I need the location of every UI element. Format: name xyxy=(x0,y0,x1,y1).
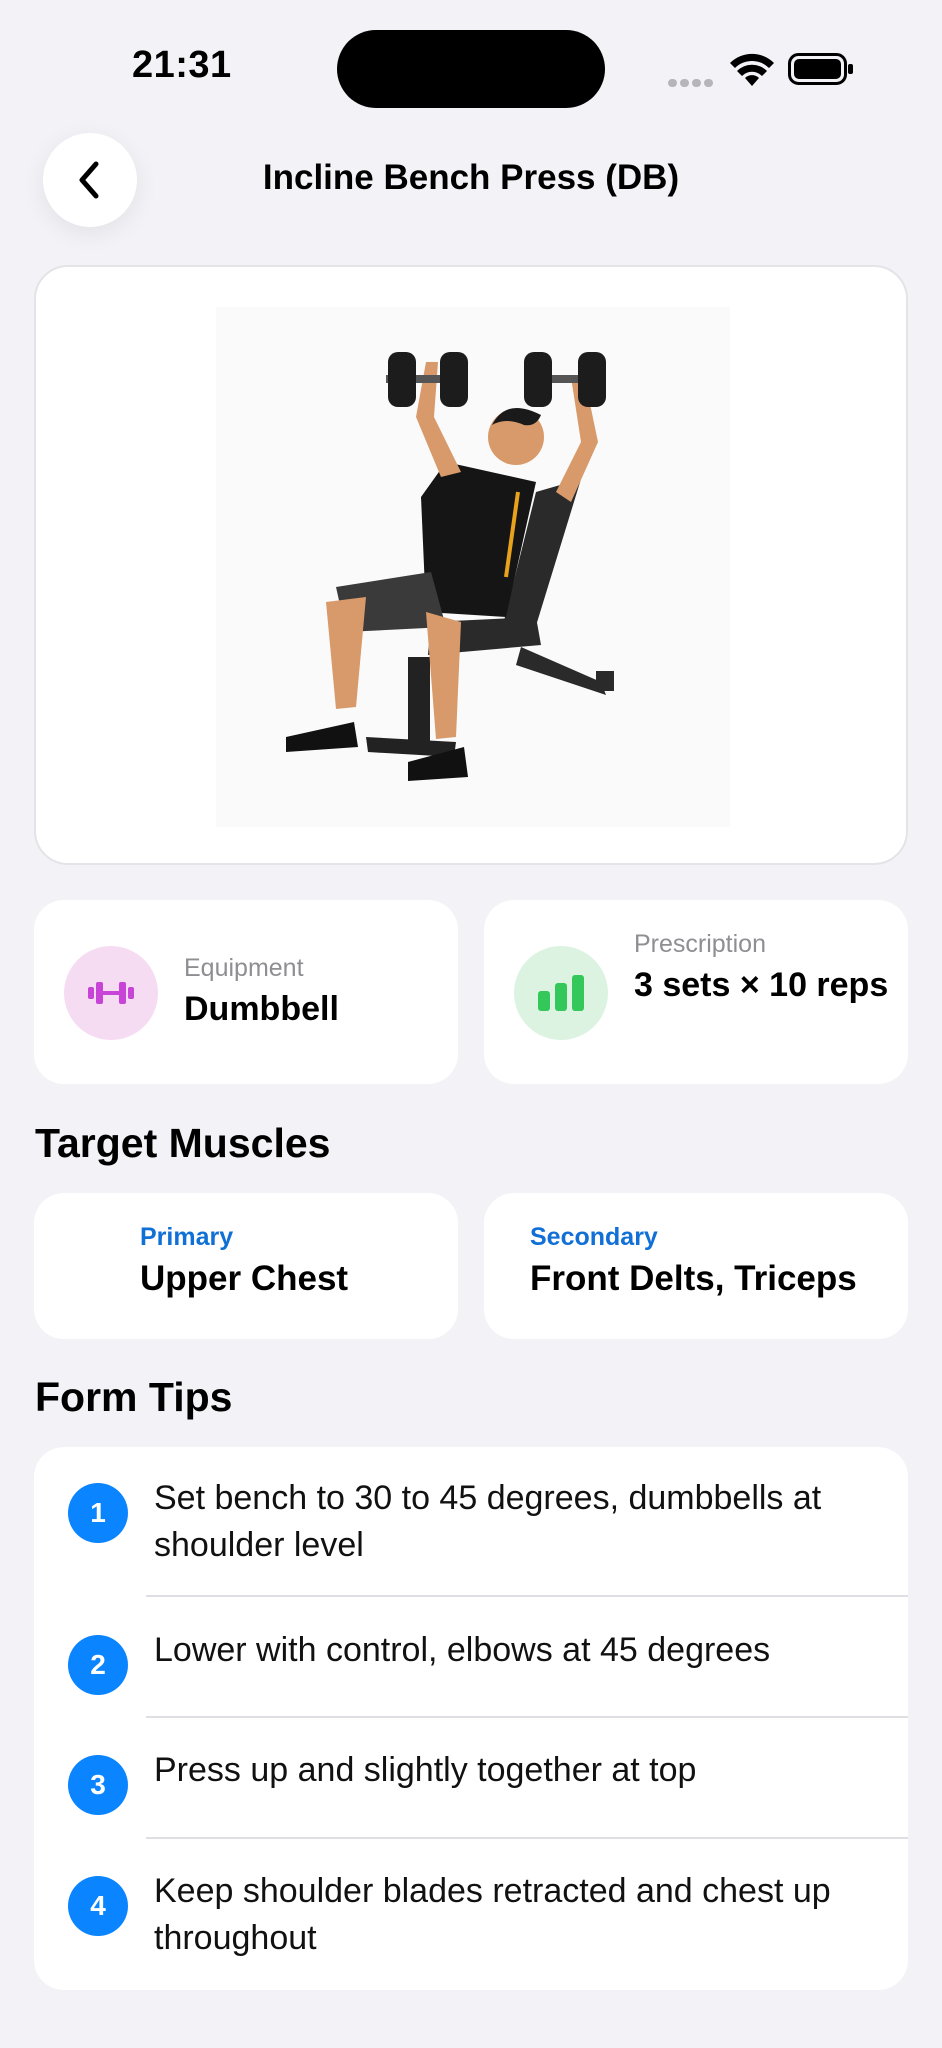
prescription-value: 3 sets × 10 reps xyxy=(634,966,889,1004)
tip-text: Press up and slightly together at top xyxy=(154,1751,697,1789)
equipment-value: Dumbbell xyxy=(184,990,339,1028)
secondary-label: Secondary xyxy=(530,1223,658,1251)
tip-text: Keep shoulder blades retracted and chest… xyxy=(154,1872,831,1957)
prescription-label: Prescription xyxy=(634,930,766,958)
dumbbell-icon xyxy=(88,982,134,1004)
divider xyxy=(146,1595,908,1597)
bar-chart-icon xyxy=(538,975,584,1011)
prescription-card: Prescription 3 sets × 10 reps xyxy=(484,900,908,1084)
secondary-muscle-card: Secondary Front Delts, Triceps xyxy=(484,1193,908,1339)
tip-number-badge: 2 xyxy=(68,1635,128,1695)
equipment-label: Equipment xyxy=(184,954,304,982)
page-title: Incline Bench Press (DB) xyxy=(262,158,680,197)
tip-number-badge: 4 xyxy=(68,1876,128,1936)
equipment-card: Equipment Dumbbell xyxy=(34,900,458,1084)
status-time: 21:31 xyxy=(132,44,232,86)
dumbbell-icon-circle xyxy=(64,946,158,1040)
tip-number-badge: 3 xyxy=(68,1755,128,1815)
secondary-value: Front Delts, Triceps xyxy=(530,1259,857,1298)
status-bar: 21:31 xyxy=(0,0,942,120)
battery-icon xyxy=(788,53,853,85)
tip-number-badge: 1 xyxy=(68,1483,128,1543)
primary-label: Primary xyxy=(140,1223,234,1251)
wifi-icon xyxy=(730,53,774,86)
person-incline-dumbbell-press-illustration xyxy=(216,307,730,827)
bar-chart-icon-circle xyxy=(514,946,608,1040)
tip-text: Lower with control, elbows at 45 degrees xyxy=(154,1631,771,1669)
tip-text: Set bench to 30 to 45 degrees, dumbbells… xyxy=(154,1479,822,1564)
primary-muscle-card: Primary Upper Chest xyxy=(34,1193,458,1339)
form-tips-heading: Form Tips xyxy=(35,1374,233,1420)
primary-value: Upper Chest xyxy=(140,1259,349,1298)
exercise-illustration-card xyxy=(34,265,908,865)
form-tips-list: 1 Set bench to 30 to 45 degrees, dumbbel… xyxy=(34,1447,908,1990)
divider xyxy=(146,1837,908,1839)
dynamic-island xyxy=(337,30,605,108)
target-muscles-heading: Target Muscles xyxy=(35,1120,331,1166)
cellular-signal-icon xyxy=(668,74,716,92)
divider xyxy=(146,1716,908,1718)
